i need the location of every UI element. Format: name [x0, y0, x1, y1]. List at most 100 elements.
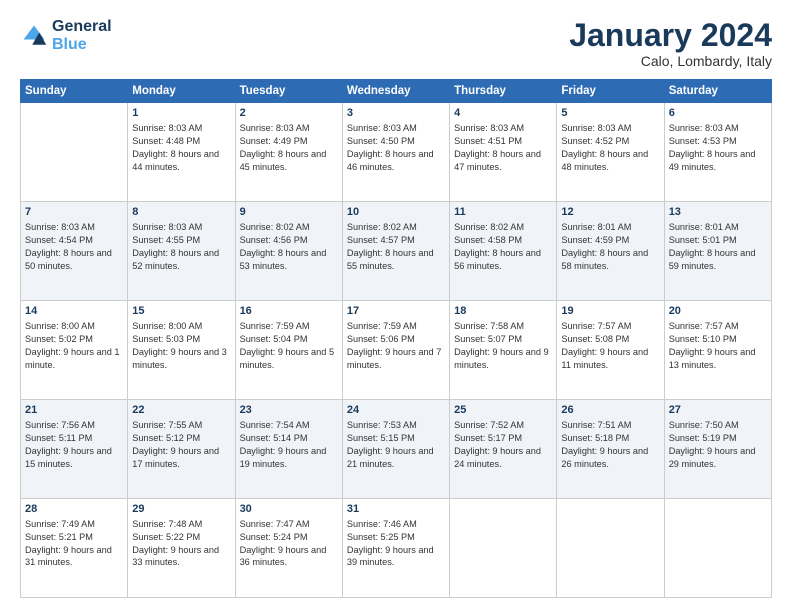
daylight-text: Daylight: 8 hours and 58 minutes.	[561, 247, 659, 273]
calendar-cell: 28Sunrise: 7:49 AMSunset: 5:21 PMDayligh…	[21, 499, 128, 598]
day-info: Sunrise: 8:03 AMSunset: 4:54 PMDaylight:…	[25, 221, 123, 273]
sunset-text: Sunset: 5:17 PM	[454, 432, 552, 445]
col-friday: Friday	[557, 80, 664, 103]
daylight-text: Daylight: 8 hours and 50 minutes.	[25, 247, 123, 273]
sunrise-text: Sunrise: 8:03 AM	[25, 221, 123, 234]
day-number: 10	[347, 205, 445, 220]
calendar-cell: 15Sunrise: 8:00 AMSunset: 5:03 PMDayligh…	[128, 301, 235, 400]
calendar-cell: 21Sunrise: 7:56 AMSunset: 5:11 PMDayligh…	[21, 400, 128, 499]
calendar-cell: 29Sunrise: 7:48 AMSunset: 5:22 PMDayligh…	[128, 499, 235, 598]
day-info: Sunrise: 8:02 AMSunset: 4:58 PMDaylight:…	[454, 221, 552, 273]
day-number: 19	[561, 304, 659, 319]
sunrise-text: Sunrise: 7:48 AM	[132, 518, 230, 531]
sunrise-text: Sunrise: 7:57 AM	[669, 320, 767, 333]
sunrise-text: Sunrise: 7:59 AM	[240, 320, 338, 333]
sunrise-text: Sunrise: 8:02 AM	[240, 221, 338, 234]
day-info: Sunrise: 7:59 AMSunset: 5:04 PMDaylight:…	[240, 320, 338, 372]
sunset-text: Sunset: 5:03 PM	[132, 333, 230, 346]
sunset-text: Sunset: 5:06 PM	[347, 333, 445, 346]
daylight-text: Daylight: 9 hours and 15 minutes.	[25, 445, 123, 471]
day-number: 14	[25, 304, 123, 319]
day-number: 28	[25, 502, 123, 517]
daylight-text: Daylight: 9 hours and 17 minutes.	[132, 445, 230, 471]
sunrise-text: Sunrise: 8:00 AM	[25, 320, 123, 333]
day-info: Sunrise: 8:02 AMSunset: 4:57 PMDaylight:…	[347, 221, 445, 273]
calendar-cell: 22Sunrise: 7:55 AMSunset: 5:12 PMDayligh…	[128, 400, 235, 499]
sunset-text: Sunset: 4:51 PM	[454, 135, 552, 148]
day-info: Sunrise: 8:03 AMSunset: 4:48 PMDaylight:…	[132, 122, 230, 174]
sunrise-text: Sunrise: 7:49 AM	[25, 518, 123, 531]
sunset-text: Sunset: 5:25 PM	[347, 531, 445, 544]
sunrise-text: Sunrise: 8:03 AM	[240, 122, 338, 135]
calendar-cell: 30Sunrise: 7:47 AMSunset: 5:24 PMDayligh…	[235, 499, 342, 598]
day-number: 16	[240, 304, 338, 319]
sunset-text: Sunset: 4:50 PM	[347, 135, 445, 148]
sunrise-text: Sunrise: 7:50 AM	[669, 419, 767, 432]
calendar-table: Sunday Monday Tuesday Wednesday Thursday…	[20, 79, 772, 598]
sunrise-text: Sunrise: 8:03 AM	[561, 122, 659, 135]
daylight-text: Daylight: 9 hours and 13 minutes.	[669, 346, 767, 372]
calendar-cell: 17Sunrise: 7:59 AMSunset: 5:06 PMDayligh…	[342, 301, 449, 400]
day-info: Sunrise: 8:03 AMSunset: 4:53 PMDaylight:…	[669, 122, 767, 174]
day-number: 17	[347, 304, 445, 319]
daylight-text: Daylight: 8 hours and 48 minutes.	[561, 148, 659, 174]
day-number: 3	[347, 106, 445, 121]
calendar-cell: 10Sunrise: 8:02 AMSunset: 4:57 PMDayligh…	[342, 202, 449, 301]
calendar-cell: 3Sunrise: 8:03 AMSunset: 4:50 PMDaylight…	[342, 103, 449, 202]
calendar-cell: 18Sunrise: 7:58 AMSunset: 5:07 PMDayligh…	[450, 301, 557, 400]
daylight-text: Daylight: 8 hours and 49 minutes.	[669, 148, 767, 174]
calendar-cell: 4Sunrise: 8:03 AMSunset: 4:51 PMDaylight…	[450, 103, 557, 202]
daylight-text: Daylight: 8 hours and 55 minutes.	[347, 247, 445, 273]
calendar-cell: 31Sunrise: 7:46 AMSunset: 5:25 PMDayligh…	[342, 499, 449, 598]
sunrise-text: Sunrise: 8:03 AM	[132, 122, 230, 135]
day-number: 26	[561, 403, 659, 418]
day-number: 18	[454, 304, 552, 319]
logo-icon	[20, 22, 48, 50]
calendar-cell: 8Sunrise: 8:03 AMSunset: 4:55 PMDaylight…	[128, 202, 235, 301]
calendar-week-2: 7Sunrise: 8:03 AMSunset: 4:54 PMDaylight…	[21, 202, 772, 301]
day-info: Sunrise: 7:50 AMSunset: 5:19 PMDaylight:…	[669, 419, 767, 471]
day-info: Sunrise: 8:03 AMSunset: 4:55 PMDaylight:…	[132, 221, 230, 273]
day-info: Sunrise: 7:47 AMSunset: 5:24 PMDaylight:…	[240, 518, 338, 570]
sunrise-text: Sunrise: 8:02 AM	[347, 221, 445, 234]
sunset-text: Sunset: 5:21 PM	[25, 531, 123, 544]
day-info: Sunrise: 8:00 AMSunset: 5:02 PMDaylight:…	[25, 320, 123, 372]
sunset-text: Sunset: 4:53 PM	[669, 135, 767, 148]
day-number: 2	[240, 106, 338, 121]
calendar-cell: 13Sunrise: 8:01 AMSunset: 5:01 PMDayligh…	[664, 202, 771, 301]
sunset-text: Sunset: 5:10 PM	[669, 333, 767, 346]
sunrise-text: Sunrise: 8:01 AM	[561, 221, 659, 234]
sunrise-text: Sunrise: 7:57 AM	[561, 320, 659, 333]
calendar-week-5: 28Sunrise: 7:49 AMSunset: 5:21 PMDayligh…	[21, 499, 772, 598]
col-saturday: Saturday	[664, 80, 771, 103]
sunset-text: Sunset: 4:52 PM	[561, 135, 659, 148]
daylight-text: Daylight: 9 hours and 29 minutes.	[669, 445, 767, 471]
calendar-week-3: 14Sunrise: 8:00 AMSunset: 5:02 PMDayligh…	[21, 301, 772, 400]
daylight-text: Daylight: 8 hours and 52 minutes.	[132, 247, 230, 273]
col-tuesday: Tuesday	[235, 80, 342, 103]
sunrise-text: Sunrise: 7:51 AM	[561, 419, 659, 432]
title-block: January 2024 Calo, Lombardy, Italy	[569, 18, 772, 69]
sunrise-text: Sunrise: 7:58 AM	[454, 320, 552, 333]
sunset-text: Sunset: 5:08 PM	[561, 333, 659, 346]
sunset-text: Sunset: 5:12 PM	[132, 432, 230, 445]
day-number: 8	[132, 205, 230, 220]
page: General Blue January 2024 Calo, Lombardy…	[0, 0, 792, 612]
day-info: Sunrise: 8:01 AMSunset: 4:59 PMDaylight:…	[561, 221, 659, 273]
calendar-cell: 24Sunrise: 7:53 AMSunset: 5:15 PMDayligh…	[342, 400, 449, 499]
header: General Blue January 2024 Calo, Lombardy…	[20, 18, 772, 69]
day-number: 4	[454, 106, 552, 121]
daylight-text: Daylight: 9 hours and 1 minute.	[25, 346, 123, 372]
day-number: 15	[132, 304, 230, 319]
sunrise-text: Sunrise: 8:01 AM	[669, 221, 767, 234]
location: Calo, Lombardy, Italy	[569, 53, 772, 69]
day-info: Sunrise: 8:02 AMSunset: 4:56 PMDaylight:…	[240, 221, 338, 273]
sunrise-text: Sunrise: 8:03 AM	[347, 122, 445, 135]
sunrise-text: Sunrise: 7:54 AM	[240, 419, 338, 432]
day-number: 23	[240, 403, 338, 418]
day-info: Sunrise: 7:54 AMSunset: 5:14 PMDaylight:…	[240, 419, 338, 471]
sunrise-text: Sunrise: 7:52 AM	[454, 419, 552, 432]
calendar-cell: 7Sunrise: 8:03 AMSunset: 4:54 PMDaylight…	[21, 202, 128, 301]
sunrise-text: Sunrise: 8:03 AM	[132, 221, 230, 234]
sunrise-text: Sunrise: 7:59 AM	[347, 320, 445, 333]
